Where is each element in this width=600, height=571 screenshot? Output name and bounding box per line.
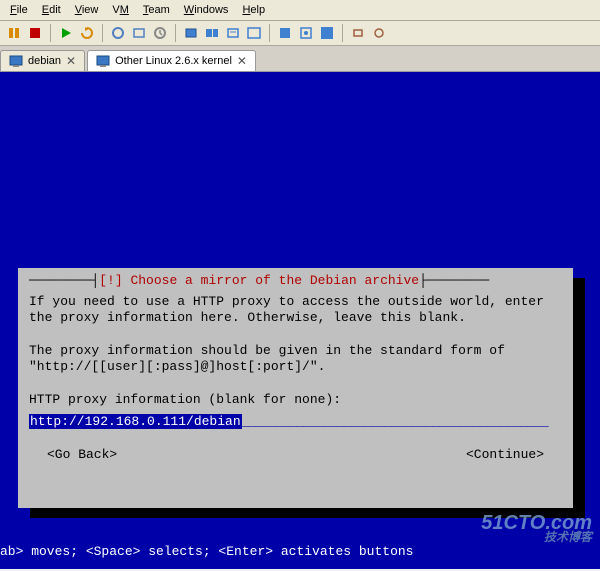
- unity-icon[interactable]: [296, 23, 316, 43]
- installer-dialog: ────────┤ [!] Choose a mirror of the Deb…: [18, 268, 573, 508]
- snapshot-icon[interactable]: [108, 23, 128, 43]
- menu-bar: FFileile EditEdit ViewView VMVM TeamTeam…: [0, 0, 600, 21]
- go-back-button[interactable]: <Go Back>: [47, 447, 117, 462]
- view-console-icon[interactable]: [181, 23, 201, 43]
- tab-label: Other Linux 2.6.x kernel: [115, 55, 232, 67]
- stop-icon[interactable]: [25, 23, 45, 43]
- menu-view[interactable]: ViewView: [69, 2, 105, 18]
- menu-team[interactable]: TeamTeam: [137, 2, 176, 18]
- tab-label: debian: [28, 55, 61, 67]
- menu-windows[interactable]: WindowsWindows: [178, 2, 235, 18]
- dialog-title-row: ────────┤ [!] Choose a mirror of the Deb…: [29, 273, 562, 288]
- dialog-body: If you need to use a HTTP proxy to acces…: [29, 294, 562, 408]
- view-fullscreen-icon[interactable]: [244, 23, 264, 43]
- close-icon[interactable]: ✕: [237, 54, 247, 68]
- tab-debian[interactable]: debian ✕: [0, 50, 85, 71]
- quickswitch-icon[interactable]: [275, 23, 295, 43]
- menu-edit[interactable]: EditEdit: [36, 2, 67, 18]
- pause-icon[interactable]: [4, 23, 24, 43]
- fullscreen-icon[interactable]: [317, 23, 337, 43]
- menu-help[interactable]: HelpHelp: [236, 2, 271, 18]
- play-icon[interactable]: [56, 23, 76, 43]
- vm-console: ────────┤ [!] Choose a mirror of the Deb…: [0, 72, 600, 569]
- proxy-input[interactable]: http://192.168.0.111/debian: [29, 414, 242, 429]
- tab-bar: debian ✕ Other Linux 2.6.x kernel ✕: [0, 46, 600, 72]
- close-icon[interactable]: ✕: [66, 54, 76, 68]
- view-appliance-icon[interactable]: [202, 23, 222, 43]
- input-fill: ________________________________________…: [242, 414, 562, 429]
- installer-statusbar: ab> moves; <Space> selects; <Enter> acti…: [0, 544, 413, 559]
- reset-icon[interactable]: [77, 23, 97, 43]
- proxy-input-row: http://192.168.0.111/debian ____________…: [29, 414, 562, 429]
- snapshot-manager-icon[interactable]: [129, 23, 149, 43]
- dialog-buttons: <Go Back> <Continue>: [29, 447, 562, 462]
- view-summary-icon[interactable]: [223, 23, 243, 43]
- dialog-title: [!] Choose a mirror of the Debian archiv…: [99, 273, 419, 288]
- vm-icon: [9, 54, 23, 68]
- menu-vm[interactable]: VMVM: [106, 2, 135, 18]
- toolbar: [0, 21, 600, 46]
- devices-icon[interactable]: [348, 23, 368, 43]
- menu-file[interactable]: FFileile: [4, 2, 34, 18]
- tab-other-linux[interactable]: Other Linux 2.6.x kernel ✕: [87, 50, 256, 71]
- watermark: 51CTO.com 技术博客: [481, 514, 592, 543]
- vm-icon: [96, 54, 110, 68]
- continue-button[interactable]: <Continue>: [466, 447, 544, 462]
- revert-icon[interactable]: [150, 23, 170, 43]
- settings-icon[interactable]: [369, 23, 389, 43]
